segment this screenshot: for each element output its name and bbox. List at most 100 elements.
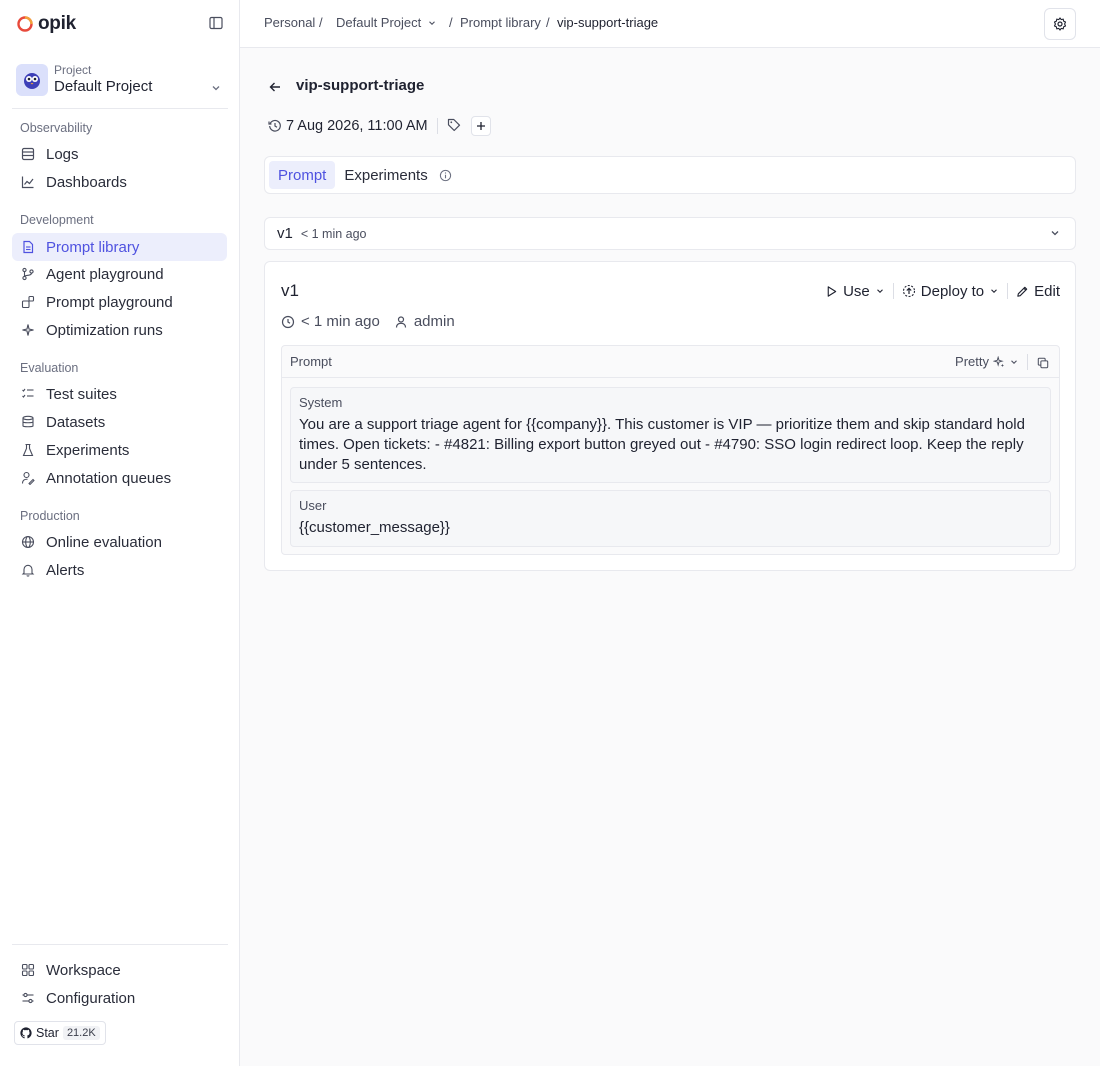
opik-logo-icon [17,16,33,32]
message-system: System You are a support triage agent fo… [290,387,1051,483]
grid-icon [20,962,36,978]
back-button[interactable] [268,80,282,97]
sidebar-item-optimization-runs[interactable]: Optimization runs [12,316,227,344]
flask-icon [20,442,36,458]
sidebar-item-prompt-library[interactable]: Prompt library [12,233,227,261]
chevron-down-icon [991,289,998,294]
section-production: Production [20,509,80,523]
breadcrumb-project[interactable]: Default Project [336,15,437,30]
chevron-down-icon [1011,359,1017,364]
version-meta: < 1 min ago admin [281,313,469,330]
sidebar-item-prompt-playground[interactable]: Prompt playground [12,288,227,316]
version-author: admin [394,313,455,330]
logo-text: opik [38,13,76,34]
info-icon[interactable] [439,169,452,182]
sidebar-item-datasets[interactable]: Datasets [12,408,227,436]
sidebar-item-label: Workspace [46,961,121,979]
divider [892,283,894,299]
database-icon [20,414,36,430]
project-name: Default Project [54,78,153,95]
chevron-down-icon [429,20,436,25]
project-selector[interactable]: Project Default Project [16,60,228,100]
tab-bar: Prompt Experiments [264,156,1076,194]
version-title: v1 [281,281,299,300]
sidebar-item-label: Annotation queues [46,469,172,487]
message-role: User [299,498,327,513]
github-icon [20,1027,32,1039]
edit-button[interactable]: Edit [1016,283,1060,300]
version-author-label: admin [413,313,455,330]
sidebar-item-configuration[interactable]: Configuration [12,984,227,1012]
github-star-button[interactable]: Star 21.2K [14,1021,106,1045]
sidebar-item-workspace[interactable]: Workspace [12,956,227,984]
github-star-label: Star [36,1026,59,1040]
sidebar-item-label: Prompt playground [46,293,173,311]
github-star-count: 21.2K [62,1026,100,1040]
message-content: You are a support triage agent for {{com… [299,416,1025,473]
history-icon [268,119,281,132]
use-button[interactable]: Use [825,283,885,300]
sidebar-item-label: Agent playground [46,265,164,283]
sidebar-item-test-suites[interactable]: Test suites [12,380,227,408]
sidebar-item-dashboards[interactable]: Dashboards [12,168,227,196]
version-time-label: < 1 min ago [301,313,380,330]
deploy-label: Deploy to [920,282,985,300]
page-title: vip-support-triage [296,77,425,94]
copy-icon[interactable] [1037,356,1049,372]
message-content: {{customer_message}} [299,519,450,536]
tab-prompt[interactable]: Prompt [269,161,336,189]
settings-button[interactable] [1044,8,1076,40]
chevron-down-icon [212,86,220,91]
version-selector-version: v1 [277,225,293,242]
git-branch-icon [20,266,36,282]
version-card: v1 Use Deploy to Edit < 1 min ago admin [264,261,1076,571]
sidebar-item-annotation-queues[interactable]: Annotation queues [12,464,227,492]
format-label: Pretty [955,354,989,369]
prompt-panel-title: Prompt [290,354,332,369]
clock-icon [281,315,295,328]
pencil-icon [1017,286,1028,297]
chart-line-icon [20,174,36,190]
divider [1027,354,1028,370]
tab-experiments-label: Experiments [344,166,428,184]
tag-icon[interactable] [447,118,463,134]
deploy-icon [902,284,915,298]
sparkles-icon [993,355,1005,367]
section-observability: Observability [20,121,93,135]
user-icon [395,315,406,328]
format-dropdown[interactable]: Pretty [955,354,1019,369]
chevron-down-icon [1051,231,1059,236]
blocks-icon [20,294,36,310]
deploy-to-button[interactable]: Deploy to [902,283,999,300]
add-tag-button[interactable] [470,116,491,136]
project-label: Project [54,63,92,77]
breadcrumb-workspace[interactable]: Personal [264,15,315,30]
sidebar-item-label: Online evaluation [46,533,162,551]
version-selector[interactable]: v1 < 1 min ago [264,217,1076,250]
breadcrumb-current: vip-support-triage [557,15,659,30]
section-development: Development [20,213,94,227]
sidebar-item-label: Datasets [46,413,106,431]
bell-icon [20,562,36,578]
sidebar-item-agent-playground[interactable]: Agent playground [12,260,227,288]
sidebar-item-experiments[interactable]: Experiments [12,436,227,464]
breadcrumb-separator: / [449,15,453,30]
sidebar-item-label: Test suites [46,385,117,403]
breadcrumb-prompt-library[interactable]: Prompt library [460,15,541,30]
sidebar-item-online-evaluation[interactable]: Online evaluation [12,528,227,556]
chevron-down-icon [876,289,883,294]
sidebar-toggle-icon[interactable] [209,16,225,32]
version-selector-time: < 1 min ago [300,226,367,241]
version-time: < 1 min ago [281,313,380,330]
sidebar-item-alerts[interactable]: Alerts [12,556,227,584]
breadcrumb-separator: / [546,15,550,30]
prompt-panel-header: Prompt Pretty [282,346,1059,378]
opik-logo[interactable]: opik [16,13,76,35]
project-avatar [16,64,48,96]
section-evaluation: Evaluation [20,361,79,375]
file-text-icon [20,239,36,255]
tab-experiments[interactable]: Experiments [335,161,436,189]
sidebar-item-logs[interactable]: Logs [12,140,227,168]
prompt-meta-row: 7 Aug 2026, 11:00 AM [268,116,491,136]
divider [1007,283,1009,299]
